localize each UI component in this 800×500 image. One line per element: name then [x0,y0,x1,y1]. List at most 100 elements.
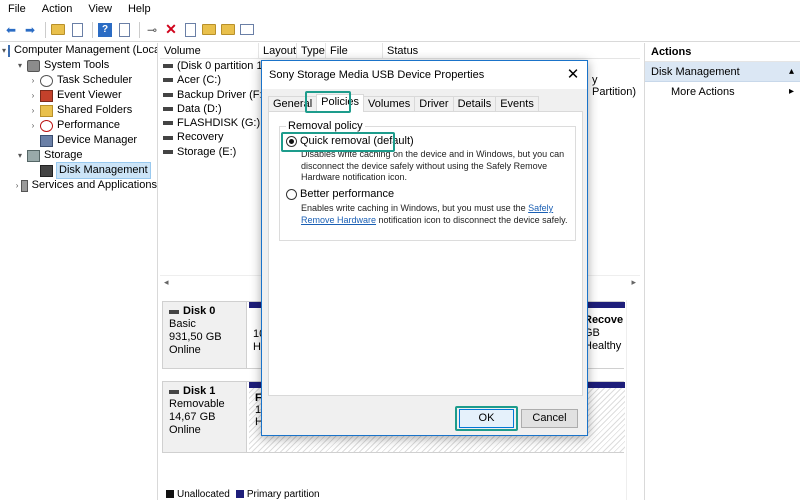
properties-dialog: Sony Storage Media USB Device Properties… [261,60,588,436]
volume-icon [163,149,173,154]
tree-item-label: Event Viewer [57,89,122,101]
unallocated-swatch [166,490,174,498]
removal-policy-label: Removal policy [286,120,365,132]
tab-driver[interactable]: Driver [414,96,454,112]
volume-name: (Disk 0 partition 1) [177,60,267,72]
recovery-partition-status: Healthy [584,340,622,352]
tree-item-disk-management[interactable]: Disk Management [0,162,157,179]
expand-arrow-icon[interactable]: › [28,88,38,103]
volume-icon [163,78,173,83]
disk-1-type: Removable [169,398,225,410]
new-folder-icon[interactable] [201,22,217,38]
tab-volumes[interactable]: Volumes [363,96,416,112]
computer-icon [8,44,11,57]
cancel-button[interactable]: Cancel [521,409,578,428]
close-icon[interactable]: ✕ [559,61,587,89]
console-tree: ▾ Computer Management (Local ▾ System Tools… [0,43,158,500]
actions-pane: Actions Disk Management More Actions [644,43,800,500]
volume-icon [163,92,173,97]
policies-panel: Removal policy Quick removal (default) D… [268,111,583,396]
tree-item-system-tools[interactable]: ▾ System Tools [0,58,157,73]
volume-list-header: Volume Layout Type File System Status [160,43,640,73]
actions-section-disk-management[interactable]: Disk Management [645,62,800,82]
console-tree-icon[interactable] [69,22,85,38]
volume-name: Storage (E:) [177,145,237,158]
expand-arrow-icon[interactable]: ▾ [15,58,25,73]
policies-tab-highlight [305,91,351,113]
tab-events[interactable]: Events [495,96,539,112]
col-type[interactable]: Type [297,43,326,58]
menu-file[interactable]: File [0,0,34,18]
tree-item-task-scheduler[interactable]: › Task Scheduler [0,73,157,88]
view-icon[interactable] [239,22,255,38]
better-performance-label: Better performance [300,188,395,200]
tab-details[interactable]: Details [452,96,497,112]
connect-icon[interactable]: ⊸ [144,22,160,38]
disk-icon [169,389,179,394]
up-folder-icon[interactable] [50,22,66,38]
back-arrow-icon[interactable]: ⬅ [3,22,19,38]
delete-icon[interactable]: ✕ [163,21,179,38]
expand-arrow-icon[interactable]: › [28,103,38,118]
col-layout[interactable]: Layout [259,43,297,58]
tree-item-storage[interactable]: ▾ Storage [0,148,157,163]
col-volume[interactable]: Volume [160,43,259,58]
help-icon[interactable]: ? [97,22,113,38]
disk-1-status: Online [169,424,201,436]
properties-icon[interactable] [116,22,132,38]
search-folder-icon[interactable] [220,22,236,38]
tree-item-performance[interactable]: › Performance [0,118,157,133]
scroll-left-icon[interactable]: ◂ [164,277,169,288]
performance-icon [40,119,53,132]
menu-help[interactable]: Help [120,0,159,18]
legend-primary: Primary partition [246,488,320,500]
volume-status-text: y Partition) [592,74,637,98]
expand-arrow-icon[interactable]: ▾ [2,43,6,58]
disk-0-type: Basic [169,318,196,330]
volume-icon [163,135,173,140]
disk-0-info: Disk 0 Basic 931,50 GB Online [163,302,247,368]
disk-0-name: Disk 0 [183,305,216,317]
menu-view[interactable]: View [80,0,120,18]
quick-removal-description: Disables write caching on the device and… [301,149,565,182]
menu-action[interactable]: Action [34,0,81,18]
better-performance-radio[interactable]: Better performance [286,188,394,200]
tree-item-label: Computer Management (Local [14,44,158,56]
expand-arrow-icon[interactable]: › [15,178,19,193]
expand-arrow-icon[interactable]: › [28,118,38,133]
tree-item-computer-management-local[interactable]: ▾ Computer Management (Local [0,43,157,58]
tree-item-shared-folders[interactable]: › Shared Folders [0,103,157,118]
volume-icon [163,121,173,126]
primary-partition-swatch [235,490,244,498]
col-status[interactable]: Status [383,43,640,58]
tree-item-label: Device Manager [57,134,138,146]
ok-button-highlight [455,406,518,431]
services-icon [21,179,28,192]
disk-0-size: 931,50 GB [169,331,222,343]
tree-item-label: Storage [44,149,83,161]
vertical-scrollbar[interactable] [626,300,640,500]
expand-arrow-icon[interactable]: ▾ [15,148,25,163]
volume-icon [163,107,173,112]
disk-icon [40,164,53,177]
disk-icon [169,309,179,314]
better-performance-description: Enables write caching in Windows, but yo… [301,203,571,226]
forward-arrow-icon[interactable]: ➡ [22,22,38,38]
tree-item-event-viewer[interactable]: › Event Viewer [0,88,157,103]
scroll-right-icon[interactable]: ▸ [631,277,636,288]
actions-title: Actions [645,43,800,62]
tree-item-services-and-applications[interactable]: › Services and Applications [0,178,157,193]
device-icon [40,134,53,147]
expand-arrow-icon[interactable]: › [28,73,38,88]
more-actions-item[interactable]: More Actions [645,82,800,102]
col-file-system[interactable]: File System [326,43,383,73]
tree-item-device-manager[interactable]: Device Manager [0,133,157,148]
tools-icon [27,59,40,72]
tree-item-label: Disk Management [56,162,151,179]
better-performance-desc-pre: Enables write caching in Windows, but yo… [301,203,526,213]
storage-icon [27,149,40,162]
toolbar: ⬅ ➡ ? ⊸ ✕ [0,18,800,42]
volume-name: FLASHDISK (G:) [177,117,261,130]
check-icon[interactable] [182,22,198,38]
toolbar-separator [92,21,93,38]
